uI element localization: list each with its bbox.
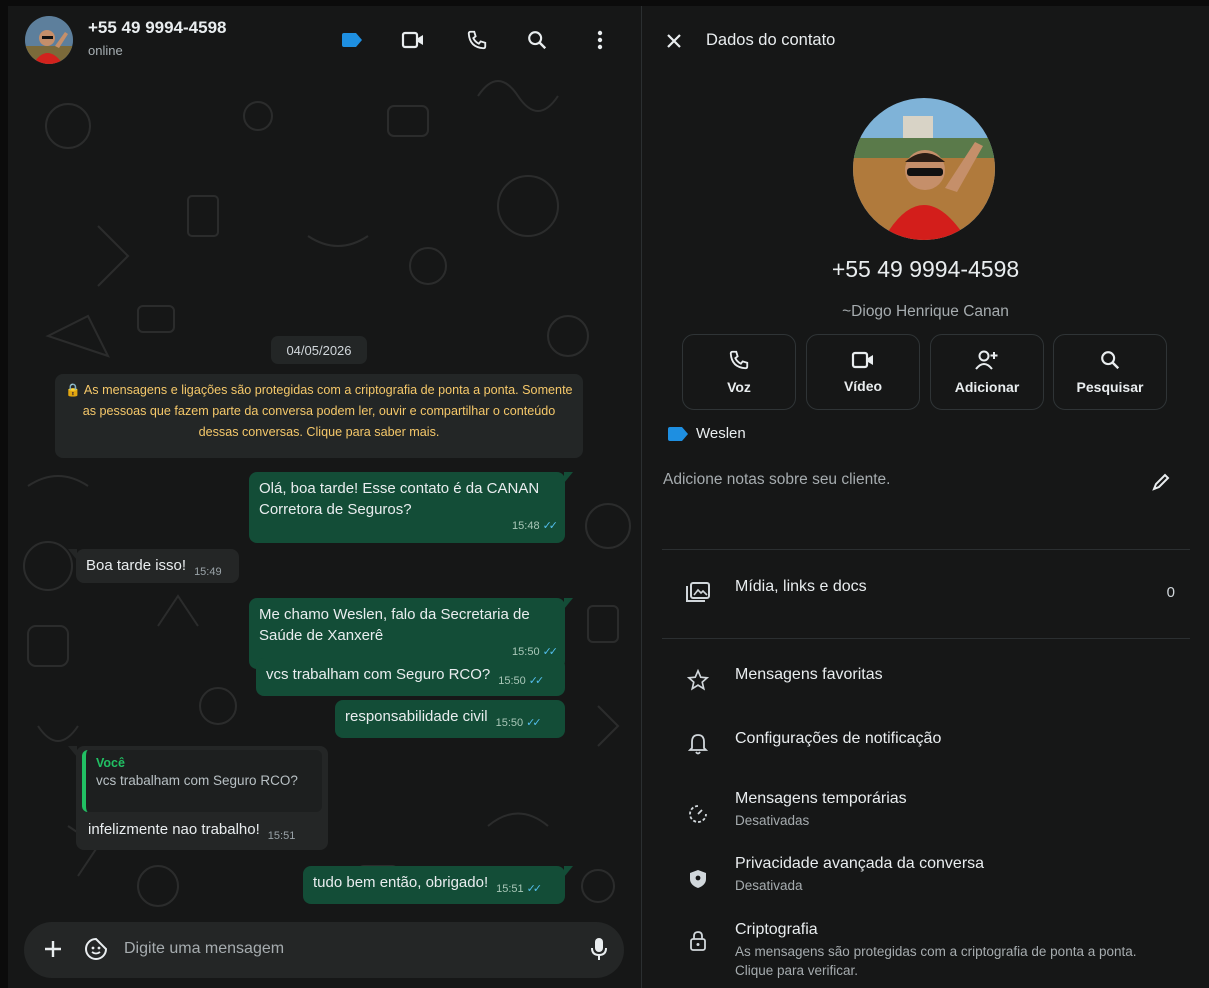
contact-info-panel: Dados do contato +55 49 9994-4598 ~Diogo… xyxy=(642,6,1209,988)
add-contact-button[interactable]: Adicionar xyxy=(930,334,1044,410)
contact-photo[interactable] xyxy=(853,98,995,240)
edit-pencil-icon[interactable] xyxy=(1151,472,1171,497)
encryption-notice[interactable]: 🔒 As mensagens e ligações são protegidas… xyxy=(55,374,583,458)
message-text: infelizmente nao trabalho! xyxy=(88,821,260,838)
chat-contact-title[interactable]: +55 49 9994-4598 xyxy=(88,18,227,38)
media-count: 0 xyxy=(1166,584,1175,601)
chat-contact-status: online xyxy=(88,43,123,58)
quote-author: Você xyxy=(96,756,125,770)
bubble-tail xyxy=(564,866,573,877)
message-text: Boa tarde isso! xyxy=(86,557,187,574)
message-input[interactable]: Digite uma mensagem xyxy=(124,940,284,958)
chat-panel: +55 49 9994-4598 online 04/05/2026 🔒 As … xyxy=(8,6,641,988)
contact-phone: +55 49 9994-4598 xyxy=(831,256,1020,282)
starred-messages-row[interactable]: Mensagens favoritas xyxy=(682,666,883,694)
message-bubble[interactable]: responsabilidade civil 15:50 ✓✓ xyxy=(335,700,565,738)
close-icon[interactable] xyxy=(666,33,682,54)
media-links-docs-row[interactable]: Mídia, links e docs xyxy=(682,578,867,606)
bubble-tail xyxy=(564,472,573,483)
video-call-button[interactable]: Vídeo xyxy=(806,334,920,410)
message-time: 15:50 xyxy=(498,675,526,687)
phone-icon xyxy=(729,350,749,370)
search-icon[interactable] xyxy=(523,26,551,54)
media-gallery-icon xyxy=(682,578,714,606)
read-ticks-icon: ✓✓ xyxy=(526,717,542,729)
quote-text: vcs trabalham com Seguro RCO? xyxy=(96,773,298,788)
advanced-privacy-row[interactable]: Privacidade avançada da conversa Desativ… xyxy=(682,855,984,895)
voice-call-button[interactable]: Voz xyxy=(682,334,796,410)
disappearing-status: Desativadas xyxy=(735,813,810,828)
search-label: Pesquisar xyxy=(1076,379,1144,395)
message-bubble[interactable]: Boa tarde isso! 15:49 xyxy=(68,549,239,583)
lock-icon xyxy=(682,927,714,955)
message-time: 15:48 xyxy=(512,520,540,532)
message-time: 15:50 xyxy=(512,646,540,658)
message-text: Olá, boa tarde! Esse contato é da CANAN … xyxy=(259,480,540,518)
video-call-label: Vídeo xyxy=(843,378,883,394)
bubble-tail xyxy=(68,746,77,757)
video-icon xyxy=(851,351,873,369)
message-bubble[interactable]: Olá, boa tarde! Esse contato é da CANAN … xyxy=(249,472,573,543)
message-text: tudo bem então, obrigado! xyxy=(313,874,489,891)
timer-icon xyxy=(682,800,714,828)
encryption-title: Criptografia xyxy=(735,921,818,938)
read-ticks-icon: ✓✓ xyxy=(542,520,559,532)
quoted-message[interactable]: Você vcs trabalham com Seguro RCO? xyxy=(82,750,322,812)
bubble-tail xyxy=(564,598,573,609)
message-text: vcs trabalham com Seguro RCO? xyxy=(266,666,491,683)
star-icon xyxy=(682,666,714,694)
search-icon xyxy=(1101,351,1120,370)
microphone-icon[interactable] xyxy=(590,937,608,966)
sticker-emoji-icon[interactable] xyxy=(84,937,108,966)
video-call-icon[interactable] xyxy=(399,26,427,54)
notes-field[interactable]: Adicione notas sobre seu cliente. xyxy=(663,471,890,489)
notification-settings-row[interactable]: Configurações de notificação xyxy=(682,730,941,758)
message-text: Me chamo Weslen, falo da Secretaria de S… xyxy=(259,606,530,644)
search-button[interactable]: Pesquisar xyxy=(1053,334,1167,410)
starred-label: Mensagens favoritas xyxy=(735,666,883,683)
message-bubble[interactable]: vcs trabalham com Seguro RCO? 15:50 ✓✓ xyxy=(256,658,565,696)
read-ticks-icon: ✓✓ xyxy=(528,675,545,687)
add-user-icon xyxy=(975,350,998,370)
contact-label-tag[interactable]: Weslen xyxy=(668,425,746,442)
message-time: 15:50 xyxy=(495,717,524,729)
add-contact-label: Adicionar xyxy=(954,379,1020,395)
menu-kebab-icon[interactable] xyxy=(586,26,614,54)
disappearing-messages-row[interactable]: Mensagens temporárias Desativadas xyxy=(682,790,907,830)
disappearing-title: Mensagens temporárias xyxy=(735,790,907,807)
encryption-description: As mensagens são protegidas com a cripto… xyxy=(735,944,1137,978)
message-time: 15:51 xyxy=(267,830,296,842)
message-text: responsabilidade civil xyxy=(345,708,488,725)
message-time: 15:51 xyxy=(496,883,524,895)
message-time: 15:49 xyxy=(194,566,222,578)
chat-header: +55 49 9994-4598 online xyxy=(8,6,641,72)
voice-call-icon[interactable] xyxy=(463,26,491,54)
privacy-status: Desativada xyxy=(735,878,803,893)
message-composer[interactable]: Digite uma mensagem xyxy=(24,922,624,978)
bubble-tail xyxy=(68,549,77,560)
attach-plus-icon[interactable] xyxy=(42,938,64,965)
label-tag-name: Weslen xyxy=(696,425,746,442)
contact-avatar[interactable] xyxy=(25,16,73,64)
voice-call-label: Voz xyxy=(727,379,751,395)
read-ticks-icon: ✓✓ xyxy=(542,646,559,658)
contact-push-name: ~Diogo Henrique Canan xyxy=(842,303,1009,320)
section-divider xyxy=(662,638,1190,639)
read-ticks-icon: ✓✓ xyxy=(526,883,543,895)
shield-icon xyxy=(682,865,714,893)
privacy-title: Privacidade avançada da conversa xyxy=(735,855,985,872)
message-bubble[interactable]: tudo bem então, obrigado! 15:51 ✓✓ xyxy=(303,866,573,904)
label-icon xyxy=(668,426,688,441)
date-divider: 04/05/2026 xyxy=(271,336,367,364)
notifications-label: Configurações de notificação xyxy=(735,730,942,747)
section-divider xyxy=(662,549,1190,550)
label-icon[interactable] xyxy=(338,26,366,54)
bell-icon xyxy=(682,730,714,758)
media-label: Mídia, links e docs xyxy=(735,578,867,595)
contact-info-title: Dados do contato xyxy=(706,31,836,49)
encryption-row[interactable]: Criptografia As mensagens são protegidas… xyxy=(682,921,1165,980)
